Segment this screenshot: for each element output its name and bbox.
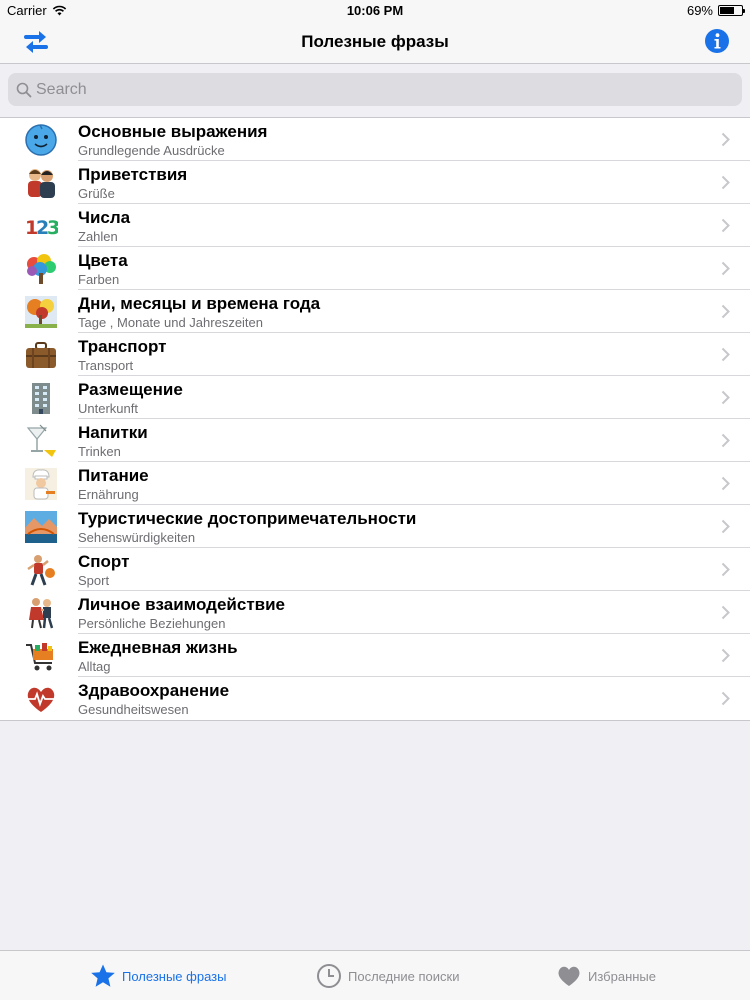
search-icon <box>16 82 32 98</box>
chevron-right-icon <box>721 390 730 405</box>
chef-icon <box>24 467 58 501</box>
tab-label: Последние поиски <box>348 968 460 984</box>
building-icon <box>24 381 58 415</box>
list-item[interactable]: Личное взаимодействие Persönliche Bezieh… <box>0 591 750 634</box>
row-title: Числа <box>78 208 131 227</box>
tab-bar: Полезные фразы Последние поиски Избранны… <box>0 950 750 1000</box>
page-title: Полезные фразы <box>301 32 449 51</box>
numbers-icon: 123 <box>24 209 58 243</box>
chevron-right-icon <box>721 648 730 663</box>
clock-icon <box>317 964 341 988</box>
chevron-right-icon <box>721 562 730 577</box>
row-title: Дни, месяцы и времена года <box>78 294 321 313</box>
list-item[interactable]: Напитки Trinken <box>0 419 750 462</box>
search-bar <box>0 65 750 117</box>
star-icon <box>91 964 115 987</box>
row-subtitle: Unterkunft <box>78 401 138 416</box>
dancing-couple-icon <box>24 596 58 630</box>
row-title: Цвета <box>78 251 128 270</box>
battery-icon <box>718 5 745 16</box>
row-title: Размещение <box>78 380 183 399</box>
suitcase-icon <box>24 338 58 372</box>
basketball-player-icon <box>24 553 58 587</box>
colors-tree-icon <box>24 252 58 286</box>
cocktail-icon <box>24 424 58 458</box>
row-subtitle: Sport <box>78 573 110 588</box>
svg-text:3: 3 <box>47 217 58 239</box>
app-screen: Carrier 10:06 PM 69% Полезные фразы Sear… <box>0 0 750 1000</box>
list-item[interactable]: Основные выражения Grundlegende Ausdrück… <box>0 118 750 161</box>
row-subtitle: Grundlegende Ausdrücke <box>78 143 225 158</box>
row-subtitle: Grüße <box>78 186 115 201</box>
row-subtitle: Gesundheitswesen <box>78 702 189 717</box>
row-subtitle: Ernährung <box>78 487 139 502</box>
row-title: Ежедневная жизнь <box>78 638 238 657</box>
chevron-right-icon <box>721 476 730 491</box>
tab-label: Полезные фразы <box>122 968 227 984</box>
row-subtitle: Farben <box>78 272 120 287</box>
shopping-cart-icon <box>24 639 58 673</box>
chevron-right-icon <box>721 304 730 319</box>
row-subtitle: Alltag <box>78 659 111 674</box>
list-item[interactable]: Здравоохранение Gesundheitswesen <box>0 677 750 720</box>
list-item[interactable]: Размещение Unterkunft <box>0 376 750 419</box>
landmark-icon <box>24 510 58 544</box>
tab-label: Избранные <box>588 968 656 984</box>
status-time: 10:06 PM <box>346 3 404 18</box>
chevron-right-icon <box>721 347 730 362</box>
chevron-right-icon <box>721 175 730 190</box>
row-subtitle: Tage , Monate und Jahreszeiten <box>78 315 264 330</box>
row-subtitle: Persönliche Beziehungen <box>78 616 226 631</box>
greeting-people-icon <box>24 166 58 200</box>
battery-percent: 69% <box>686 3 713 18</box>
list-item[interactable]: 123 Числа Zahlen <box>0 204 750 247</box>
row-title: Спорт <box>78 552 130 571</box>
row-title: Напитки <box>78 423 148 442</box>
heart-pulse-icon <box>24 682 58 716</box>
row-title: Туристические достопримечательности <box>78 509 417 528</box>
status-bar: Carrier 10:06 PM 69% <box>0 0 750 22</box>
heart-icon <box>558 966 580 986</box>
category-list: Основные выражения Grundlegende Ausdrück… <box>0 117 750 721</box>
search-input[interactable] <box>8 73 742 106</box>
list-item[interactable]: Транспорт Transport <box>0 333 750 376</box>
row-subtitle: Sehenswürdigkeiten <box>78 530 196 545</box>
chevron-right-icon <box>721 605 730 620</box>
chevron-right-icon <box>721 261 730 276</box>
tab-useful-phrases[interactable]: Полезные фразы <box>90 951 226 1000</box>
row-title: Питание <box>78 466 149 485</box>
row-title: Приветствия <box>78 165 188 184</box>
row-subtitle: Trinken <box>78 444 121 459</box>
info-icon[interactable] <box>704 28 730 54</box>
row-title: Транспорт <box>78 337 167 356</box>
row-subtitle: Zahlen <box>78 229 118 244</box>
chevron-right-icon <box>721 433 730 448</box>
list-item[interactable]: Ежедневная жизнь Alltag <box>0 634 750 677</box>
chevron-right-icon <box>721 218 730 233</box>
battery-fill <box>720 7 734 14</box>
list-item[interactable]: Питание Ernährung <box>0 462 750 505</box>
row-title: Здравоохранение <box>78 681 230 700</box>
list-item[interactable]: Приветствия Grüße <box>0 161 750 204</box>
row-title: Основные выражения <box>78 122 268 141</box>
seasons-icon <box>24 295 58 329</box>
tab-recent-searches[interactable]: Последние поиски <box>316 951 459 1000</box>
tab-favorites[interactable]: Избранные <box>556 951 656 1000</box>
list-item[interactable]: Спорт Sport <box>0 548 750 591</box>
chevron-right-icon <box>721 132 730 147</box>
smiley-face-icon <box>24 123 58 157</box>
chevron-right-icon <box>721 691 730 706</box>
status-right: 69% <box>686 3 745 18</box>
list-item[interactable]: Дни, месяцы и времена года Tage , Monate… <box>0 290 750 333</box>
row-subtitle: Transport <box>78 358 134 373</box>
chevron-right-icon <box>721 519 730 534</box>
list-item[interactable]: Цвета Farben <box>0 247 750 290</box>
list-item[interactable]: Туристические достопримечательности Sehe… <box>0 505 750 548</box>
navigation-bar: Полезные фразы <box>0 22 750 64</box>
row-title: Личное взаимодействие <box>78 595 286 614</box>
